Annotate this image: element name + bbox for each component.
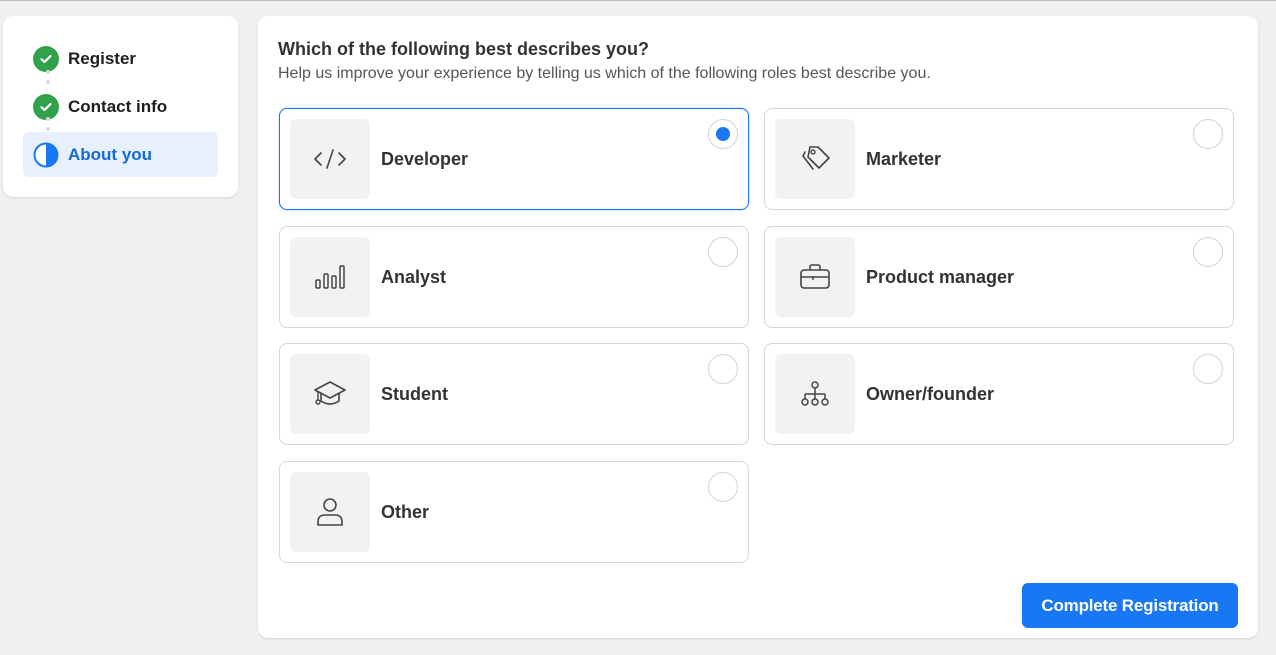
option-analyst[interactable]: Analyst <box>279 226 749 328</box>
step-label: Register <box>68 48 137 68</box>
check-circle-icon <box>33 45 59 72</box>
tags-icon <box>802 146 830 170</box>
step-label: Contact info <box>68 96 168 116</box>
step-about-you[interactable]: About you <box>23 132 218 177</box>
radio-button[interactable] <box>708 119 738 149</box>
option-product-manager[interactable]: Product manager <box>764 226 1234 328</box>
radio-button[interactable] <box>1193 237 1223 267</box>
option-label: Marketer <box>866 148 942 169</box>
org-chart-icon <box>801 381 829 406</box>
option-label: Analyst <box>381 266 447 287</box>
option-owner-founder[interactable]: Owner/founder <box>764 343 1234 445</box>
bar-chart-icon <box>315 265 345 289</box>
option-student[interactable]: Student <box>279 343 749 445</box>
question-title: Which of the following best describes yo… <box>278 39 650 59</box>
option-label: Other <box>381 501 430 522</box>
registration-steps: Register Contact info About you <box>3 16 238 197</box>
complete-registration-button[interactable]: Complete Registration <box>1022 583 1238 628</box>
radio-button[interactable] <box>1193 354 1223 384</box>
question-subtitle: Help us improve your experience by telli… <box>278 65 931 82</box>
code-icon <box>314 149 346 169</box>
option-label: Student <box>381 383 448 404</box>
step-register[interactable]: Register <box>23 36 218 81</box>
check-circle-icon <box>33 93 59 120</box>
radio-button[interactable] <box>708 472 738 502</box>
person-icon <box>317 498 343 526</box>
option-other[interactable]: Other <box>279 461 749 563</box>
half-circle-progress-icon <box>33 142 59 168</box>
radio-button[interactable] <box>1193 119 1223 149</box>
radio-button[interactable] <box>708 354 738 384</box>
step-contact-info[interactable]: Contact info <box>23 84 218 129</box>
option-developer[interactable]: Developer <box>279 108 749 210</box>
option-marketer[interactable]: Marketer <box>764 108 1234 210</box>
step-label: About you <box>68 144 153 164</box>
option-label: Owner/founder <box>866 383 995 404</box>
briefcase-icon <box>800 264 830 289</box>
option-label: Developer <box>381 148 469 169</box>
role-selection-card: Which of the following best describes yo… <box>258 16 1258 638</box>
graduation-cap-icon <box>314 381 346 405</box>
radio-selected-dot <box>716 127 730 141</box>
option-label: Product manager <box>866 266 1015 287</box>
radio-button[interactable] <box>708 237 738 267</box>
